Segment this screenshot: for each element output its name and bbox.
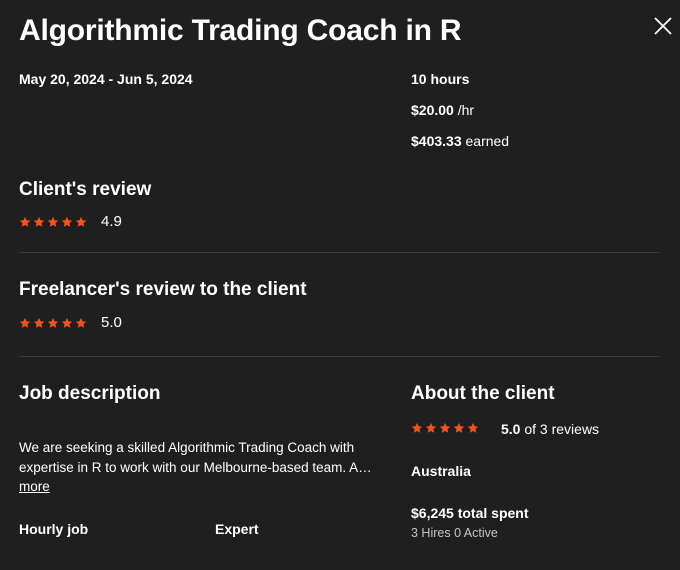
star-icon: [19, 317, 31, 328]
client-review-heading: Client's review: [19, 179, 152, 200]
star-icon: [75, 216, 87, 227]
job-type: Hourly job: [19, 521, 89, 537]
job-description: We are seeking a skilled Algorithmic Tra…: [19, 438, 384, 497]
rate-amount: $20.00: [411, 102, 454, 118]
star-icon: [33, 216, 45, 227]
client-location: Australia: [411, 463, 471, 479]
experience-level: Expert: [215, 521, 259, 537]
contract-hours: 10 hours: [411, 71, 470, 87]
star-icon: [439, 422, 451, 433]
star-icon: [425, 422, 437, 433]
contract-rate: $20.00 /hr: [411, 102, 474, 118]
about-client-heading: About the client: [411, 383, 555, 404]
section-divider: [19, 356, 660, 357]
section-divider: [19, 252, 660, 253]
star-icon: [61, 216, 73, 227]
star-icon: [453, 422, 465, 433]
star-icon: [467, 422, 479, 433]
contract-date-range: May 20, 2024 - Jun 5, 2024: [19, 71, 193, 87]
star-icon: [19, 216, 31, 227]
freelancer-review-rating: 5.0: [101, 314, 122, 331]
earned-amount: $403.33: [411, 133, 462, 149]
star-icon: [47, 317, 59, 328]
rate-unit: /hr: [457, 102, 475, 118]
star-icon: [411, 422, 423, 433]
client-rating: 5.0: [501, 421, 521, 437]
job-description-text: We are seeking a skilled Algorithmic Tra…: [19, 440, 372, 475]
close-icon[interactable]: [652, 15, 674, 37]
client-rating-summary: 5.0 of 3 reviews: [501, 421, 599, 437]
earned-label: earned: [465, 133, 510, 149]
more-link[interactable]: more: [19, 479, 50, 494]
page-title: Algorithmic Trading Coach in R: [19, 14, 462, 47]
client-rating-stars: [411, 422, 479, 434]
close-button[interactable]: [652, 15, 674, 37]
client-reviews-count: of 3 reviews: [524, 421, 600, 437]
freelancer-review-stars: [19, 317, 87, 329]
client-hires: 3 Hires 0 Active: [411, 526, 498, 540]
client-review-rating: 4.9: [101, 213, 122, 230]
freelancer-review-heading: Freelancer's review to the client: [19, 279, 307, 300]
job-description-heading: Job description: [19, 383, 161, 404]
star-icon: [75, 317, 87, 328]
star-icon: [47, 216, 59, 227]
star-icon: [61, 317, 73, 328]
client-total-spent: $6,245 total spent: [411, 505, 529, 521]
client-review-stars: [19, 216, 87, 228]
contract-earned: $403.33 earned: [411, 133, 509, 149]
star-icon: [33, 317, 45, 328]
